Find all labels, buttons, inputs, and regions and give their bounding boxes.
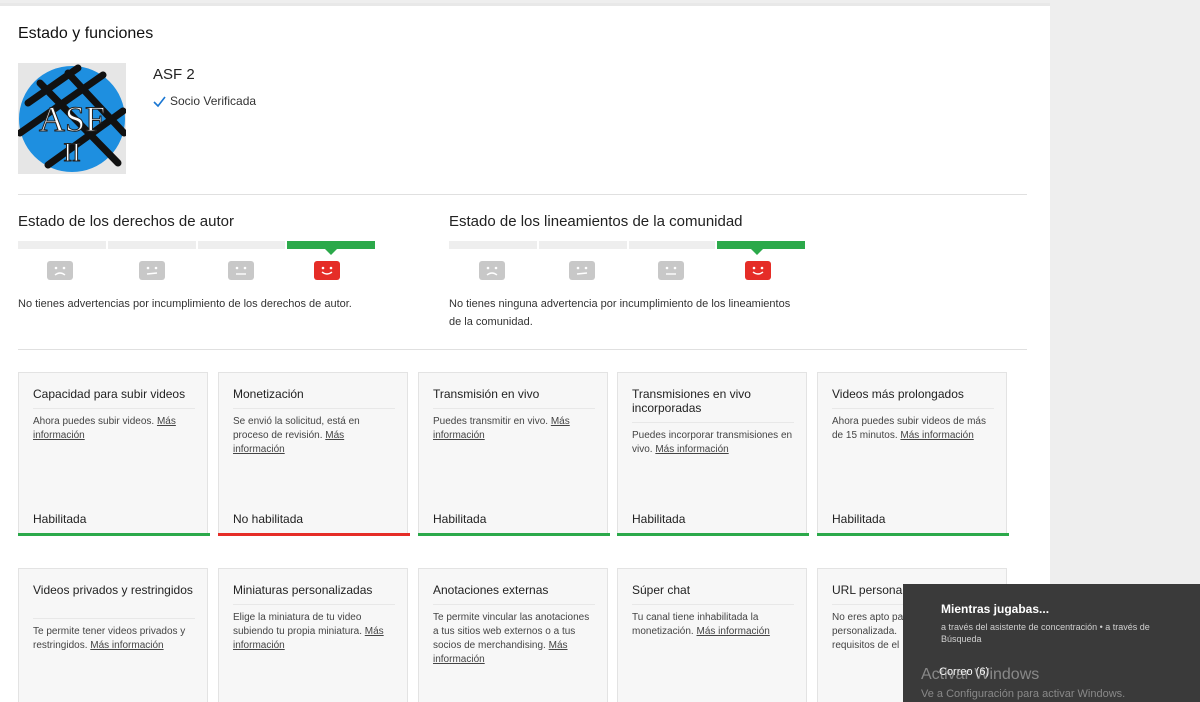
card-desc: Tu canal tiene inhabilitada la monetizac… [632,611,796,639]
more-info-link[interactable]: Más información [655,444,728,455]
card-desc: Te permite tener videos privados y restr… [33,625,197,653]
channel-name: ASF 2 [153,66,195,83]
more-info-link[interactable]: Más información [696,626,769,637]
card-rule [233,604,395,605]
card-desc: Ahora puedes subir videos. Más informaci… [33,415,197,443]
svg-text:ASF: ASF [39,99,105,139]
card-desc-text: Ahora puedes subir videos. [33,416,155,427]
divider [18,194,1027,195]
more-info-link[interactable]: Más información [90,640,163,651]
card-title: Capacidad para subir videos [33,387,186,401]
card-status: Habilitada [33,512,87,526]
card-desc: No eres apto pa personalizada. requisito… [832,612,904,651]
card-title: Videos privados y restringidos [33,583,193,597]
meter-pointer [751,249,763,255]
verified-label: Socio Verificada [170,94,257,108]
meter-segment [449,241,537,249]
card-title: Súper chat [632,583,691,597]
feature-card-longer-videos: Videos más prolongados Ahora puedes subi… [817,372,1009,536]
copyright-title: Estado de los derechos de autor [18,213,234,230]
card-title: Transmisión en vivo [433,387,540,401]
card-rule [433,408,595,409]
happy-face-icon [745,261,771,280]
status-bar-disabled [218,533,410,536]
feature-card-super-chat: Súper chat Tu canal tiene inhabilitada l… [617,568,807,702]
notification-subtitle: a través del asistente de concentración … [941,622,1150,644]
more-info-link[interactable]: Más información [900,430,973,441]
notification-title: Mientras jugabas... [941,602,1050,616]
card-desc: Te permite vincular las anotaciones a tu… [433,611,597,667]
feature-card-live: Transmisión en vivo Puedes transmitir en… [418,372,610,536]
card-rule [632,604,794,605]
card-title: Anotaciones externas [433,583,549,597]
card-rule [33,408,195,409]
sad-face-icon [47,261,73,280]
card-title: Miniaturas personalizadas [233,583,373,597]
community-text-line2: de la comunidad. [449,316,533,328]
meter-segment [539,241,627,249]
happy-face-icon [314,261,340,280]
card-desc-text: Elige la miniatura de tu video subiendo … [233,612,362,637]
card-rule [433,604,595,605]
feature-card-upload: Capacidad para subir videos Ahora puedes… [18,372,210,536]
feature-card-external-annotations: Anotaciones externas Te permite vincular… [418,568,608,702]
meter-segment-active [717,241,805,249]
verified-status: Socio Verificada [153,94,256,108]
status-panel: Estado y funciones ASF II ASF 2 Socio Ve… [0,3,1050,702]
card-desc: Ahora puedes subir videos de más de 15 m… [832,415,996,443]
card-rule [33,618,195,619]
card-desc: Se envió la solicitud, está en proceso d… [233,415,397,457]
svg-text:II: II [63,138,80,167]
checkmark-icon [153,96,166,107]
card-status: Habilitada [832,512,886,526]
copyright-meter [18,241,375,280]
feature-card-custom-thumbnails: Miniaturas personalizadas Elige la minia… [218,568,408,702]
feature-card-embedded-live: Transmisiones en vivo incorporadas Puede… [617,372,809,536]
status-bar-enabled [617,533,809,536]
page-title: Estado y funciones [18,25,154,42]
divider [18,349,1027,350]
card-status: No habilitada [233,512,304,526]
card-desc: Puedes incorporar transmisiones en vivo.… [632,429,796,457]
community-text: No tienes ninguna advertencia por incump… [449,295,790,331]
status-bar-enabled [817,533,1009,536]
top-strip [0,3,1050,6]
card-desc: Elige la miniatura de tu video subiendo … [233,611,397,653]
notification-toast[interactable]: Mientras jugabas... a través del asisten… [903,584,1200,702]
card-title: Transmisiones en vivo incorporadas [632,387,751,415]
neutral-face-icon [569,261,595,280]
neutral-face-icon [139,261,165,280]
card-rule [233,408,395,409]
activate-windows-watermark: Activar Windows [921,666,1040,683]
card-desc: Puedes transmitir en vivo. Más informaci… [433,415,597,443]
card-title: Monetización [233,387,304,401]
card-desc-text: Puedes transmitir en vivo. [433,416,549,427]
card-status: Habilitada [433,512,487,526]
sad-face-icon [479,261,505,280]
meter-segment [108,241,196,249]
meter-segment [18,241,106,249]
meter-segment [629,241,715,249]
card-title: Videos más prolongados [832,387,964,401]
status-bar-enabled [418,533,610,536]
meter-segment [198,241,285,249]
meter-segment-active [287,241,375,249]
copyright-text: No tienes advertencias por incumplimient… [18,298,352,310]
card-status: Habilitada [632,512,686,526]
neutral-face-icon [658,261,684,280]
community-meter [449,241,806,280]
channel-avatar[interactable]: ASF II [18,63,126,174]
community-text-line1: No tienes ninguna advertencia por incump… [449,298,791,310]
card-rule [832,408,994,409]
community-title: Estado de los lineamientos de la comunid… [449,213,743,230]
card-rule [632,422,794,423]
feature-card-monetization: Monetización Se envió la solicitud, está… [218,372,410,536]
neutral-face-icon [228,261,254,280]
status-bar-enabled [18,533,210,536]
asf-ii-logo-icon: ASF II [18,63,126,174]
feature-card-private-videos: Videos privados y restringidos Te permit… [18,568,208,702]
meter-pointer [325,249,337,255]
activate-windows-hint: Ve a Configuración para activar Windows. [921,688,1126,700]
